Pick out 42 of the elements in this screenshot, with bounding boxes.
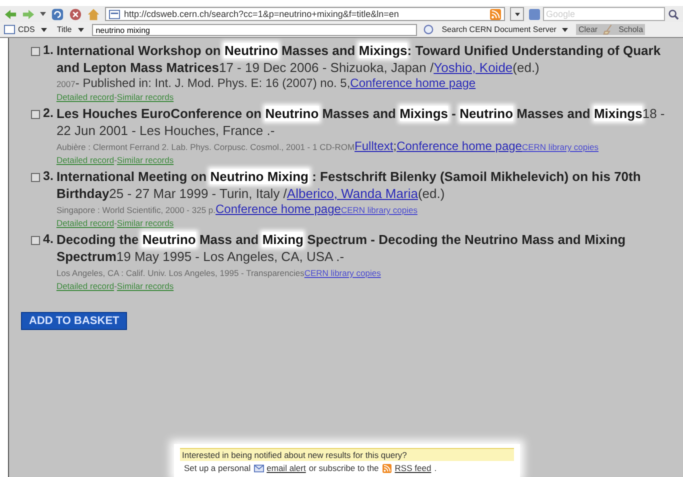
library-link[interactable]: CERN library copies [304, 268, 381, 278]
separator-text: - [114, 218, 117, 228]
field-dropdown[interactable]: Title [54, 25, 86, 34]
publication-note: Singapore : World Scientific, 2000 - 325 p. [56, 205, 216, 215]
result-link[interactable]: Conference home page [396, 139, 522, 153]
result-link[interactable]: Conference home page [216, 202, 341, 216]
notice-text: Set up a personal [184, 463, 251, 473]
publication-note: Los Angeles, CA : Calif. Univ. Los Angeles, 1995 - Transparencies [56, 268, 304, 278]
collection-dropdown[interactable]: CDS [2, 24, 49, 35]
separator-text: - [114, 155, 117, 165]
result-number: 2. [43, 105, 54, 121]
publication-note: 2007 [56, 79, 76, 89]
author-link[interactable]: Yoshio, Koide [434, 60, 513, 75]
library-link[interactable]: CERN library copies [340, 205, 418, 215]
scholar-button[interactable]: Schola [616, 25, 646, 34]
add-to-basket-button[interactable]: ADD TO BASKET [21, 312, 128, 330]
result-number: 4. [43, 231, 54, 247]
separator-text: - [114, 92, 117, 102]
result-heading: Les Houches EuroConference on Neutrino Masses and Mixings - Neutrino Masses and Mixings18 - 22 Jun 2001 - Les Houches, France .- [56, 105, 666, 139]
query-field[interactable]: neutrino mixing [92, 24, 417, 36]
notice-text: . [434, 463, 437, 473]
notice-link[interactable]: RSS feed [394, 463, 432, 473]
result-heading: International Workshop on Neutrino Masses and Mixings: Toward Unified Understanding of Quark and Lepton Mass Matrices17 - 19 Dec 2006 - Shizuoka, Japan /Yoshio, Koide(ed.) [56, 42, 662, 76]
result-info: ; [393, 139, 397, 153]
clear-button[interactable]: Clear [576, 25, 600, 34]
author-link[interactable]: Alberico, Wanda Maria [286, 186, 418, 201]
notice-link[interactable]: email alert [266, 463, 306, 473]
separator-text: - [114, 281, 117, 291]
result-link[interactable]: Conference home page [350, 76, 476, 90]
result-info: - Published in: Int. J. Mod. Phys. E: 16 (2007) no. 5, [75, 76, 350, 90]
result-number: 3. [43, 168, 54, 184]
publication-note: Aubière : Clermont Ferrand 2. Lab. Phys. Corpusc. Cosmol., 2001 - 1 CD-ROM [56, 142, 355, 152]
notice-question: Interested in being notified about new results for this query? [180, 448, 514, 461]
address-bar[interactable]: http://cdsweb.cern.ch/search?cc=1&p=neutrino+mixing&f=title&ln=en [105, 7, 505, 21]
url-text: http://cdsweb.cern.ch/search?cc=1&p=neutrino+mixing&f=title&ln=en [124, 9, 400, 19]
result-link[interactable]: Fulltext [354, 139, 394, 153]
search-button[interactable]: Search CERN Document Server [440, 25, 570, 34]
result-heading: International Meeting on Neutrino Mixing : Festschrift Bilenky (Samoil Mikhelevich) on his 70th Birthday25 - 27 Mar 1999 - Turin, Italy /Alberico, Wanda Maria(ed.) [56, 168, 642, 202]
result-number: 1. [43, 42, 54, 58]
notice-text: or subscribe to the [308, 463, 379, 473]
library-link[interactable]: CERN library copies [522, 142, 599, 152]
result-heading: Decoding the Neutrino Mass and Mixing Spectrum - Decoding the Neutrino Mass and Mixing Spectrum19 May 1995 - Los Angeles, CA, USA .- [56, 231, 627, 265]
